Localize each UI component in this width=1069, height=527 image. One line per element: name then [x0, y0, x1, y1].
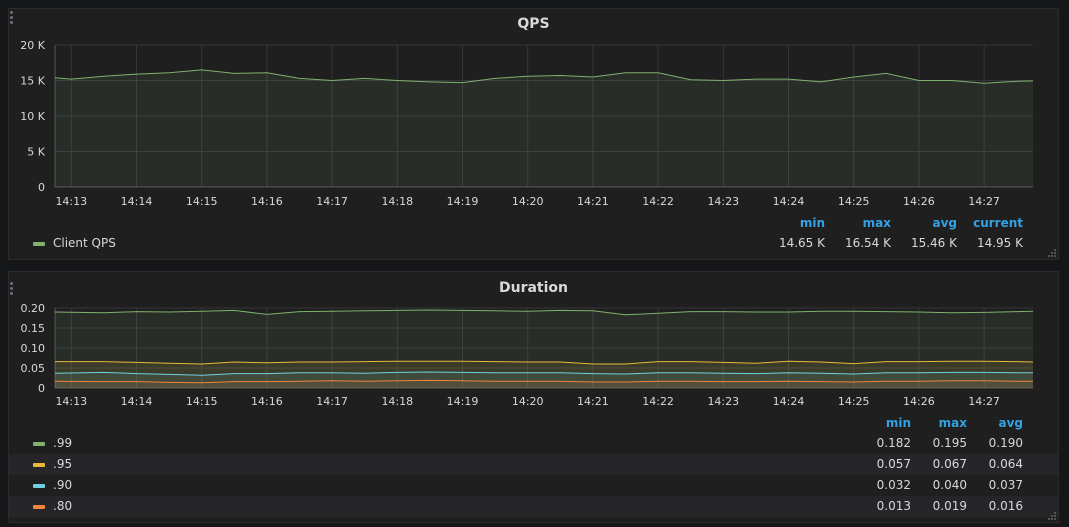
- panel-title[interactable]: QPS: [9, 16, 1058, 32]
- legend-value-max: 0.019: [932, 499, 967, 513]
- series-name[interactable]: .99: [53, 436, 72, 450]
- x-tick-label: 14:21: [577, 195, 609, 208]
- legend-value-avg: 0.064: [988, 457, 1023, 471]
- panel-title[interactable]: Duration: [9, 280, 1058, 296]
- x-tick-label: 14:21: [577, 395, 609, 408]
- x-tick-label: 14:17: [316, 195, 348, 208]
- x-tick-label: 14:18: [381, 395, 413, 408]
- legend-value-min: 0.182: [876, 436, 911, 450]
- legend-value-avg: 0.037: [988, 478, 1023, 492]
- series-color-swatch[interactable]: [33, 484, 45, 488]
- x-tick-label: 14:20: [512, 395, 544, 408]
- x-tick-label: 14:26: [903, 395, 935, 408]
- x-tick-label: 14:23: [707, 195, 739, 208]
- y-tick-label: 0.15: [21, 322, 46, 335]
- y-tick-label: 0.05: [21, 362, 46, 375]
- y-tick-label: 15 K: [20, 75, 45, 88]
- legend-value-max: 0.067: [932, 457, 967, 471]
- legend-value-max: 16.54 K: [844, 236, 891, 250]
- series-name[interactable]: .90: [53, 478, 72, 492]
- legend-item-p95[interactable]: .95 0.057 0.067 0.064: [9, 454, 1058, 475]
- x-tick-label: 14:18: [381, 195, 413, 208]
- x-tick-label: 14:15: [186, 195, 218, 208]
- legend-value-avg: 0.190: [988, 436, 1023, 450]
- x-tick-label: 14:14: [121, 195, 153, 208]
- legend-value-min: 0.057: [876, 457, 911, 471]
- x-tick-label: 14:16: [251, 395, 283, 408]
- legend-item-p80[interactable]: .80 0.013 0.019 0.016: [9, 496, 1058, 517]
- series-color-swatch[interactable]: [33, 242, 45, 246]
- legend-header-min[interactable]: min: [849, 416, 911, 430]
- legend-item-client-qps[interactable]: Client QPS 14.65 K 16.54 K 15.46 K 14.95…: [9, 233, 1058, 254]
- legend-header-current[interactable]: current: [959, 216, 1023, 230]
- x-tick-label: 14:23: [707, 395, 739, 408]
- x-tick-label: 14:17: [316, 395, 348, 408]
- series-color-swatch[interactable]: [33, 442, 45, 446]
- duration-panel: Duration 0 0.05 0.10 0.15 0.20 14:13 14:14 14:1…: [8, 271, 1059, 523]
- x-tick-label: 14:20: [512, 195, 544, 208]
- legend-header-max[interactable]: max: [915, 416, 967, 430]
- series-name[interactable]: Client QPS: [53, 236, 116, 250]
- x-tick-label: 14:27: [968, 395, 1000, 408]
- legend-item-p90[interactable]: .90 0.032 0.040 0.037: [9, 475, 1058, 496]
- x-tick-label: 14:19: [447, 395, 479, 408]
- resize-handle-icon[interactable]: [1048, 249, 1056, 257]
- x-tick-label: 14:27: [968, 195, 1000, 208]
- y-tick-label: 0: [38, 181, 45, 194]
- x-tick-label: 14:16: [251, 195, 283, 208]
- resize-handle-icon[interactable]: [1048, 512, 1056, 520]
- y-tick-label: 10 K: [20, 110, 45, 123]
- y-tick-label: 0: [38, 382, 45, 395]
- x-tick-label: 14:24: [773, 395, 805, 408]
- legend-value-min: 0.032: [876, 478, 911, 492]
- x-tick-label: 14:24: [773, 195, 805, 208]
- series-color-swatch[interactable]: [33, 505, 45, 509]
- series-name[interactable]: .80: [53, 499, 72, 513]
- x-tick-label: 14:22: [642, 395, 674, 408]
- legend-header-max[interactable]: max: [835, 216, 891, 230]
- series-name[interactable]: .95: [53, 457, 72, 471]
- legend-header-avg[interactable]: avg: [901, 216, 957, 230]
- legend-value-max: 0.040: [932, 478, 967, 492]
- legend-value-max: 0.195: [932, 436, 967, 450]
- legend-header-avg[interactable]: avg: [971, 416, 1023, 430]
- x-tick-label: 14:19: [447, 195, 479, 208]
- x-tick-label: 14:25: [838, 395, 870, 408]
- series-area-0: [55, 69, 1033, 187]
- x-tick-label: 14:15: [186, 395, 218, 408]
- legend-header-min[interactable]: min: [769, 216, 825, 230]
- legend-value-min: 14.65 K: [778, 236, 825, 250]
- x-tick-label: 14:13: [55, 195, 87, 208]
- series-color-swatch[interactable]: [33, 463, 45, 467]
- x-tick-label: 14:22: [642, 195, 674, 208]
- legend-value-min: 0.013: [876, 499, 911, 513]
- y-tick-label: 20 K: [20, 39, 45, 52]
- x-tick-label: 14:25: [838, 195, 870, 208]
- y-tick-label: 5 K: [27, 146, 45, 159]
- legend-item-p99[interactable]: .99 0.182 0.195 0.190: [9, 433, 1058, 454]
- y-tick-label: 0.10: [21, 342, 46, 355]
- legend-value-avg: 15.46 K: [910, 236, 957, 250]
- y-tick-label: 0.20: [21, 302, 46, 315]
- legend-value-avg: 0.016: [988, 499, 1023, 513]
- x-tick-label: 14:13: [55, 395, 87, 408]
- qps-panel: QPS 0 5 K 10 K 15 K 20 K 14:13 14:14 14:15 14:16…: [8, 8, 1059, 260]
- qps-chart[interactable]: 0 5 K 10 K 15 K 20 K 14:13 14:14 14:15 14:16 14:1…: [9, 35, 1058, 240]
- legend-value-current: 14.95 K: [976, 236, 1023, 250]
- x-tick-label: 14:26: [903, 195, 935, 208]
- x-tick-label: 14:14: [121, 395, 153, 408]
